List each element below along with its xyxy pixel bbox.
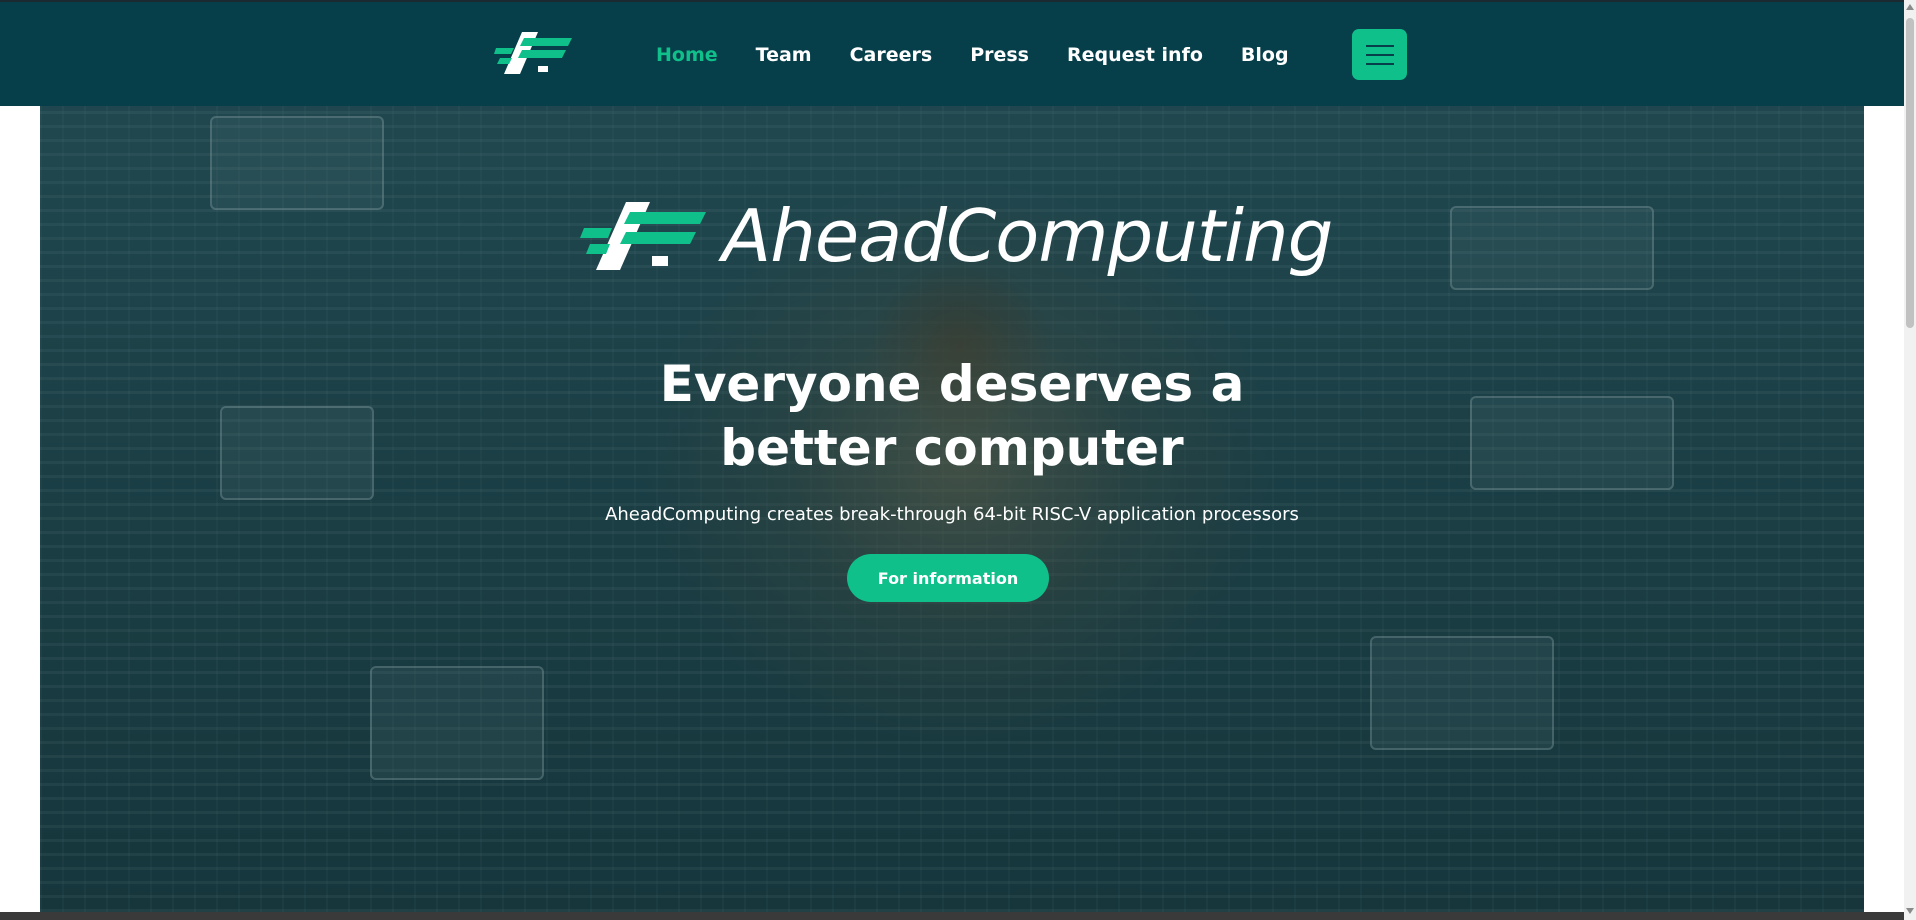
hero-brand-name: AheadComputing (722, 194, 1333, 278)
nav-link-blog[interactable]: Blog (1241, 44, 1289, 66)
nav-link-team[interactable]: Team (756, 44, 812, 66)
window-bottom-edge (0, 912, 1904, 920)
nav-link-request-info[interactable]: Request info (1067, 44, 1203, 66)
hamburger-menu-icon-bar (1365, 53, 1394, 56)
nav-link-careers[interactable]: Careers (850, 44, 933, 66)
aheadcomputing-logo-icon[interactable] (494, 28, 574, 78)
hamburger-menu-button[interactable] (1352, 29, 1407, 80)
hamburger-menu-icon-bar (1365, 62, 1394, 65)
hero-title: Everyone deserves a better computer (40, 352, 1864, 480)
hero-title-line-1: Everyone deserves a (659, 355, 1245, 413)
hero-title-line-2: better computer (720, 419, 1184, 477)
aheadcomputing-logo-icon (580, 202, 706, 270)
page-scrollbar[interactable] (1904, 0, 1916, 920)
nav-link-press[interactable]: Press (970, 44, 1029, 66)
top-navigation-bar: Home Team Careers Press Request info Blo… (0, 0, 1904, 106)
scroll-up-arrow-icon[interactable] (1906, 4, 1914, 10)
nav-link-home[interactable]: Home (656, 44, 718, 66)
nav-links: Home Team Careers Press Request info Blo… (656, 2, 1327, 108)
scroll-down-arrow-icon[interactable] (1906, 908, 1914, 914)
scrollbar-thumb[interactable] (1906, 18, 1914, 328)
hero-subtitle: AheadComputing creates break-through 64-… (605, 504, 1299, 525)
hamburger-menu-icon (1365, 44, 1394, 47)
hero-section: AheadComputing Everyone deserves a bette… (40, 106, 1864, 912)
hero-brand: AheadComputing (580, 194, 1333, 278)
for-information-button[interactable]: For information (847, 554, 1049, 602)
